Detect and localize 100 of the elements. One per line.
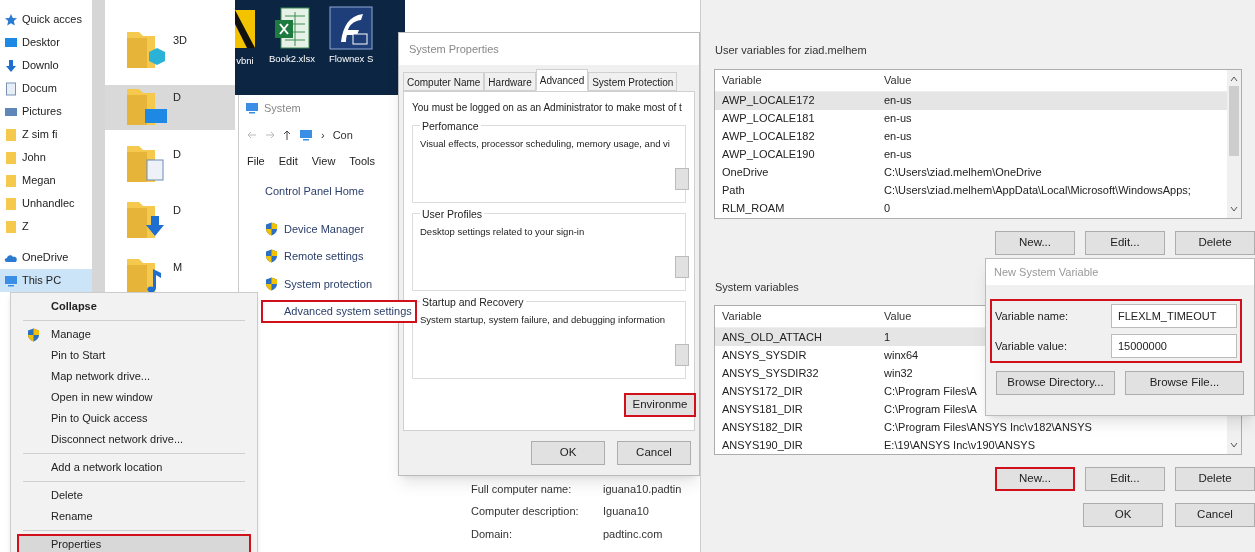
desktop-icon-label[interactable]: Flownex S bbox=[328, 52, 374, 67]
info-label: Full computer name: bbox=[471, 481, 573, 497]
dialog-button[interactable]: Browse Directory... bbox=[996, 371, 1115, 395]
settings-link[interactable]: Device Manager bbox=[261, 217, 370, 240]
menu-item[interactable]: Edit bbox=[278, 152, 298, 170]
folder-icon bbox=[4, 219, 18, 234]
variable-value: C:\Program Files\ANSYS Inc\v182\ANSYS bbox=[883, 419, 1093, 435]
info-value: iguana10.padtin bbox=[603, 481, 683, 497]
dialog-button[interactable]: OK bbox=[531, 441, 605, 465]
menu-item[interactable]: Map network drive... bbox=[17, 366, 251, 387]
input-field[interactable]: FLEXLM_TIMEOUT bbox=[1111, 304, 1237, 328]
back-icon[interactable] bbox=[247, 131, 257, 139]
variable-name: ANSYS_SYSDIR bbox=[721, 347, 808, 363]
folder-label: 3D bbox=[173, 33, 188, 48]
dialog-button[interactable]: Cancel bbox=[1175, 503, 1255, 527]
menu-item[interactable]: Rename bbox=[17, 506, 251, 527]
scrollbar-thumb[interactable] bbox=[1229, 85, 1239, 156]
nav-item[interactable]: This PC bbox=[0, 269, 92, 292]
settings-link[interactable]: Advanced system settings bbox=[261, 300, 417, 323]
dialog-button[interactable]: Delete bbox=[1175, 467, 1255, 491]
variable-value: C:\Program Files\A bbox=[883, 383, 978, 399]
window-title: System bbox=[264, 100, 301, 116]
dialog-button[interactable]: New... bbox=[995, 230, 1075, 255]
menu-item[interactable]: Open in new window bbox=[17, 387, 251, 408]
address-path[interactable]: Con bbox=[332, 126, 353, 144]
variable-name: AWP_LOCALE190 bbox=[721, 147, 816, 163]
dialog-button[interactable]: Edit... bbox=[1085, 467, 1165, 491]
tab[interactable]: System Protection bbox=[588, 72, 678, 91]
menu-item[interactable]: Properties bbox=[17, 534, 251, 552]
variable-value: E:\19\ANSYS Inc\v190\ANSYS bbox=[883, 437, 1037, 453]
scrollbar[interactable] bbox=[1227, 69, 1241, 218]
admin-notice: You must be logged on as an Administrator to make most of t bbox=[412, 101, 683, 115]
settings-button[interactable] bbox=[675, 168, 689, 190]
folder-label: D bbox=[173, 146, 181, 162]
shield-icon bbox=[265, 249, 278, 264]
nav-label: Unhandlec bbox=[22, 196, 75, 212]
menu-item-label: Add a network location bbox=[51, 460, 163, 476]
download-icon bbox=[4, 58, 18, 73]
variable-value: en-us bbox=[883, 129, 913, 145]
dialog-button[interactable]: Cancel bbox=[617, 441, 691, 465]
menu-item-label: Properties bbox=[51, 537, 102, 552]
field-label: Variable name: bbox=[995, 308, 1070, 324]
environment-button[interactable]: Environme bbox=[624, 393, 696, 417]
group-title: Startup and Recovery bbox=[420, 295, 526, 311]
dialog-button[interactable]: OK bbox=[1083, 503, 1163, 527]
settings-link[interactable]: System protection bbox=[261, 272, 378, 295]
desktop-icon-label[interactable]: Book2.xlsx bbox=[269, 52, 315, 67]
variable-name: ANSYS190_DIR bbox=[721, 437, 804, 453]
nav-label: This PC bbox=[22, 273, 62, 289]
tab[interactable]: Advanced bbox=[535, 69, 589, 91]
menu-item[interactable]: Disconnect network drive... bbox=[17, 429, 251, 450]
nav-label: Downlo bbox=[22, 58, 59, 74]
computer-icon bbox=[4, 273, 18, 288]
variable-name: OneDrive bbox=[721, 165, 770, 181]
menu-item[interactable]: Tools bbox=[349, 152, 376, 170]
group-description: Desktop settings related to your sign-in bbox=[420, 224, 585, 239]
menu-item[interactable]: File bbox=[247, 152, 265, 170]
menu-item-label: Rename bbox=[51, 509, 93, 525]
variable-name: Path bbox=[721, 183, 746, 199]
input-field[interactable]: 15000000 bbox=[1111, 334, 1237, 358]
menu-item[interactable]: Pin to Quick access bbox=[17, 408, 251, 429]
settings-button[interactable] bbox=[675, 344, 689, 366]
variable-value: winx64 bbox=[883, 347, 920, 363]
app-icon bbox=[329, 6, 374, 50]
scroll-down-icon[interactable] bbox=[1230, 442, 1238, 448]
variable-value: en-us bbox=[883, 111, 913, 127]
folder-icon bbox=[4, 150, 18, 165]
settings-button[interactable] bbox=[675, 256, 689, 278]
tab[interactable]: Hardware bbox=[484, 72, 536, 91]
scroll-down-icon[interactable] bbox=[1230, 205, 1238, 212]
folder-tile[interactable]: D bbox=[105, 84, 235, 130]
menu-item[interactable]: Delete bbox=[17, 485, 251, 506]
menu-item[interactable]: Add a network location bbox=[17, 457, 251, 478]
column-header: Value bbox=[883, 309, 913, 325]
desktop-icon-label[interactable]: vbni bbox=[236, 54, 254, 69]
dialog-button[interactable]: New... bbox=[995, 467, 1075, 491]
tab[interactable]: Computer Name bbox=[403, 72, 485, 91]
forward-icon[interactable] bbox=[265, 131, 275, 139]
folder-label: M bbox=[173, 260, 183, 276]
dialog-button[interactable]: Edit... bbox=[1085, 230, 1165, 255]
nav-label: Docum bbox=[22, 81, 57, 97]
up-icon[interactable] bbox=[283, 130, 291, 140]
menu-item[interactable]: View bbox=[311, 152, 336, 170]
variable-name: ANSYS182_DIR bbox=[721, 419, 804, 435]
dialog-button[interactable]: Delete bbox=[1175, 230, 1255, 255]
menu-item[interactable]: Pin to Start bbox=[17, 345, 251, 366]
variable-value: C:\Program Files\A bbox=[883, 401, 978, 417]
star-icon bbox=[4, 12, 18, 27]
menu-item[interactable]: Manage bbox=[17, 324, 251, 345]
menu-item-label: Disconnect network drive... bbox=[51, 432, 184, 448]
settings-link[interactable]: Remote settings bbox=[261, 245, 369, 268]
nav-label: Z bbox=[22, 219, 29, 235]
nav-label: Z sim fi bbox=[22, 127, 58, 143]
scroll-up-icon[interactable] bbox=[1230, 75, 1238, 82]
nav-label: Pictures bbox=[22, 104, 62, 120]
shield-icon bbox=[27, 327, 40, 342]
variable-value: C:\Users\ziad.melhem\OneDrive bbox=[883, 165, 1043, 181]
computer-icon bbox=[299, 128, 313, 142]
dialog-button[interactable]: Browse File... bbox=[1125, 371, 1244, 395]
menu-item-label: Open in new window bbox=[51, 390, 153, 406]
